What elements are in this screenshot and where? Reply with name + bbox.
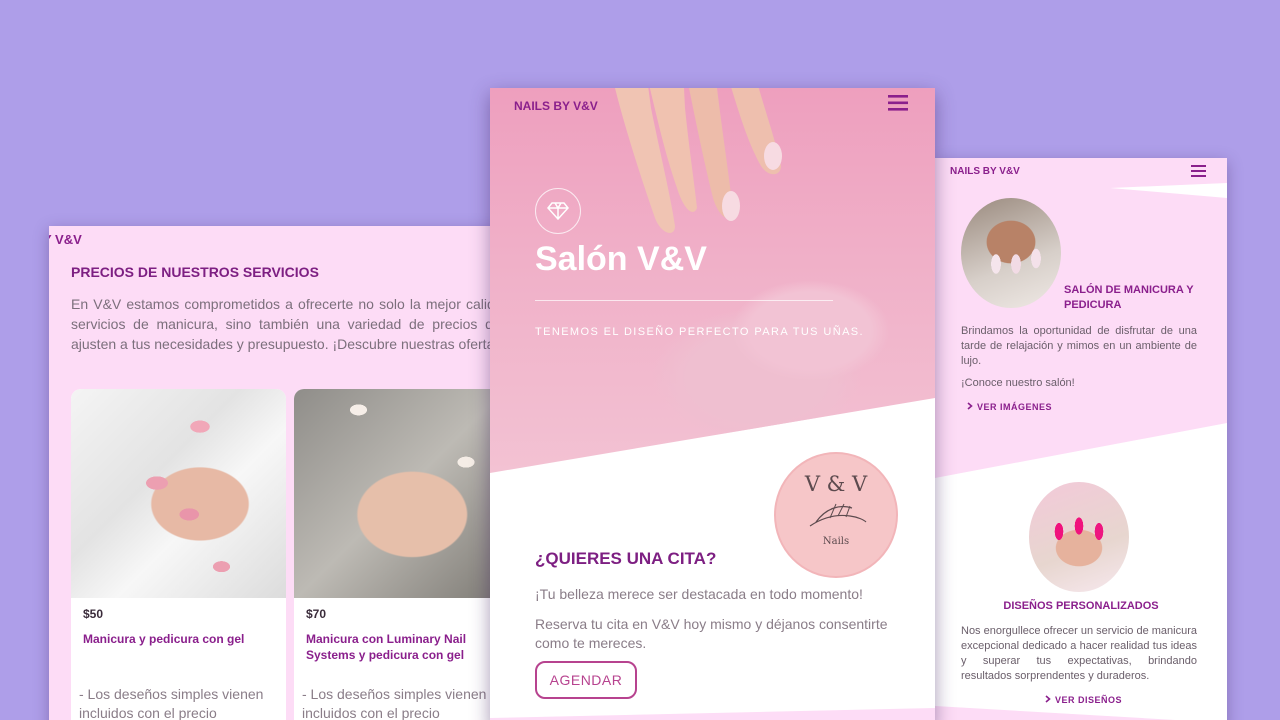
appointment-tagline: ¡Tu belleza merece ser destacada en todo… [535,586,863,602]
menu-icon[interactable] [888,95,908,116]
logo-text-bottom: Nails [822,536,850,547]
service-description: - Los deseños simples vienen incluidos c… [79,686,264,720]
schedule-button[interactable]: AGENDAR [535,661,637,699]
view-designs-link[interactable]: VER DISEÑOS [1045,695,1122,705]
designs-heading: DISEÑOS PERSONALIZADOS [1003,600,1159,612]
price-label: $70 [306,607,327,621]
white-accent-bg [1110,183,1227,198]
view-images-link[interactable]: VER IMÁGENES [967,402,1052,412]
hero-title: Salón V&V [535,240,707,278]
pricing-intro: En V&V estamos comprometidos a ofrecerte… [71,296,509,352]
salon-description: Brindamos la oportunidad de disfrutar de… [961,325,1197,367]
chevron-right-icon [967,402,973,412]
about-page-preview: NAILS BY V&V SALÓN DE MANICURA Y PEDICUR… [935,158,1227,720]
hero-section [490,88,935,473]
hero-divider [535,300,833,301]
service-title: Manicura y pedicura con gel [83,632,245,646]
chevron-right-icon [1045,695,1051,705]
nails-photo [294,389,509,598]
home-page-preview: NAILS BY V&V Salón V&V TENEMOS EL DISEÑO… [490,88,935,720]
view-images-label: VER IMÁGENES [977,402,1053,412]
salon-heading: SALÓN DE MANICURA Y PEDICURA [1064,284,1194,311]
price-card[interactable]: $70 Manicura con Luminary Nail Systems y… [294,389,509,720]
brand-logo[interactable]: NAILS BY V&V [514,99,598,113]
appointment-heading: ¿QUIERES UNA CITA? [535,549,717,568]
brand-logo[interactable]: NAILS BY V&V [950,166,1020,177]
logo-hand-drawing [809,503,867,527]
diamond-icon [535,188,581,234]
vv-nails-logo: V & V Nails [774,452,898,578]
service-title: Manicura con Luminary Nail Systems y ped… [306,632,467,662]
appointment-description: Reserva tu cita en V&V hoy mismo y déjan… [535,616,888,651]
designs-description: Nos enorgullece ofrecer un servicio de m… [961,625,1198,682]
logo-text-top: V & V [804,472,868,496]
designs-photo [1029,482,1129,592]
pink-footer-bg [490,708,935,720]
view-designs-label: VER DISEÑOS [1055,695,1123,705]
service-description: - Los deseños simples vienen incluidos c… [302,686,487,720]
salon-cta-text: ¡Conoce nuestro salón! [961,377,1075,389]
price-label: $50 [83,607,104,621]
hero-subtitle: TENEMOS EL DISEÑO PERFECTO PARA TUS UÑAS… [535,326,864,338]
nails-photo [71,389,286,598]
menu-icon[interactable] [1191,164,1206,182]
brand-logo[interactable]: Y V&V [49,232,82,247]
pricing-page-preview: Y V&V PRECIOS DE NUESTROS SERVICIOS En V… [49,226,509,720]
pricing-heading: PRECIOS DE NUESTROS SERVICIOS [71,264,319,280]
price-card[interactable]: $50 Manicura y pedicura con gel - Los de… [71,389,286,720]
salon-photo [961,198,1061,308]
